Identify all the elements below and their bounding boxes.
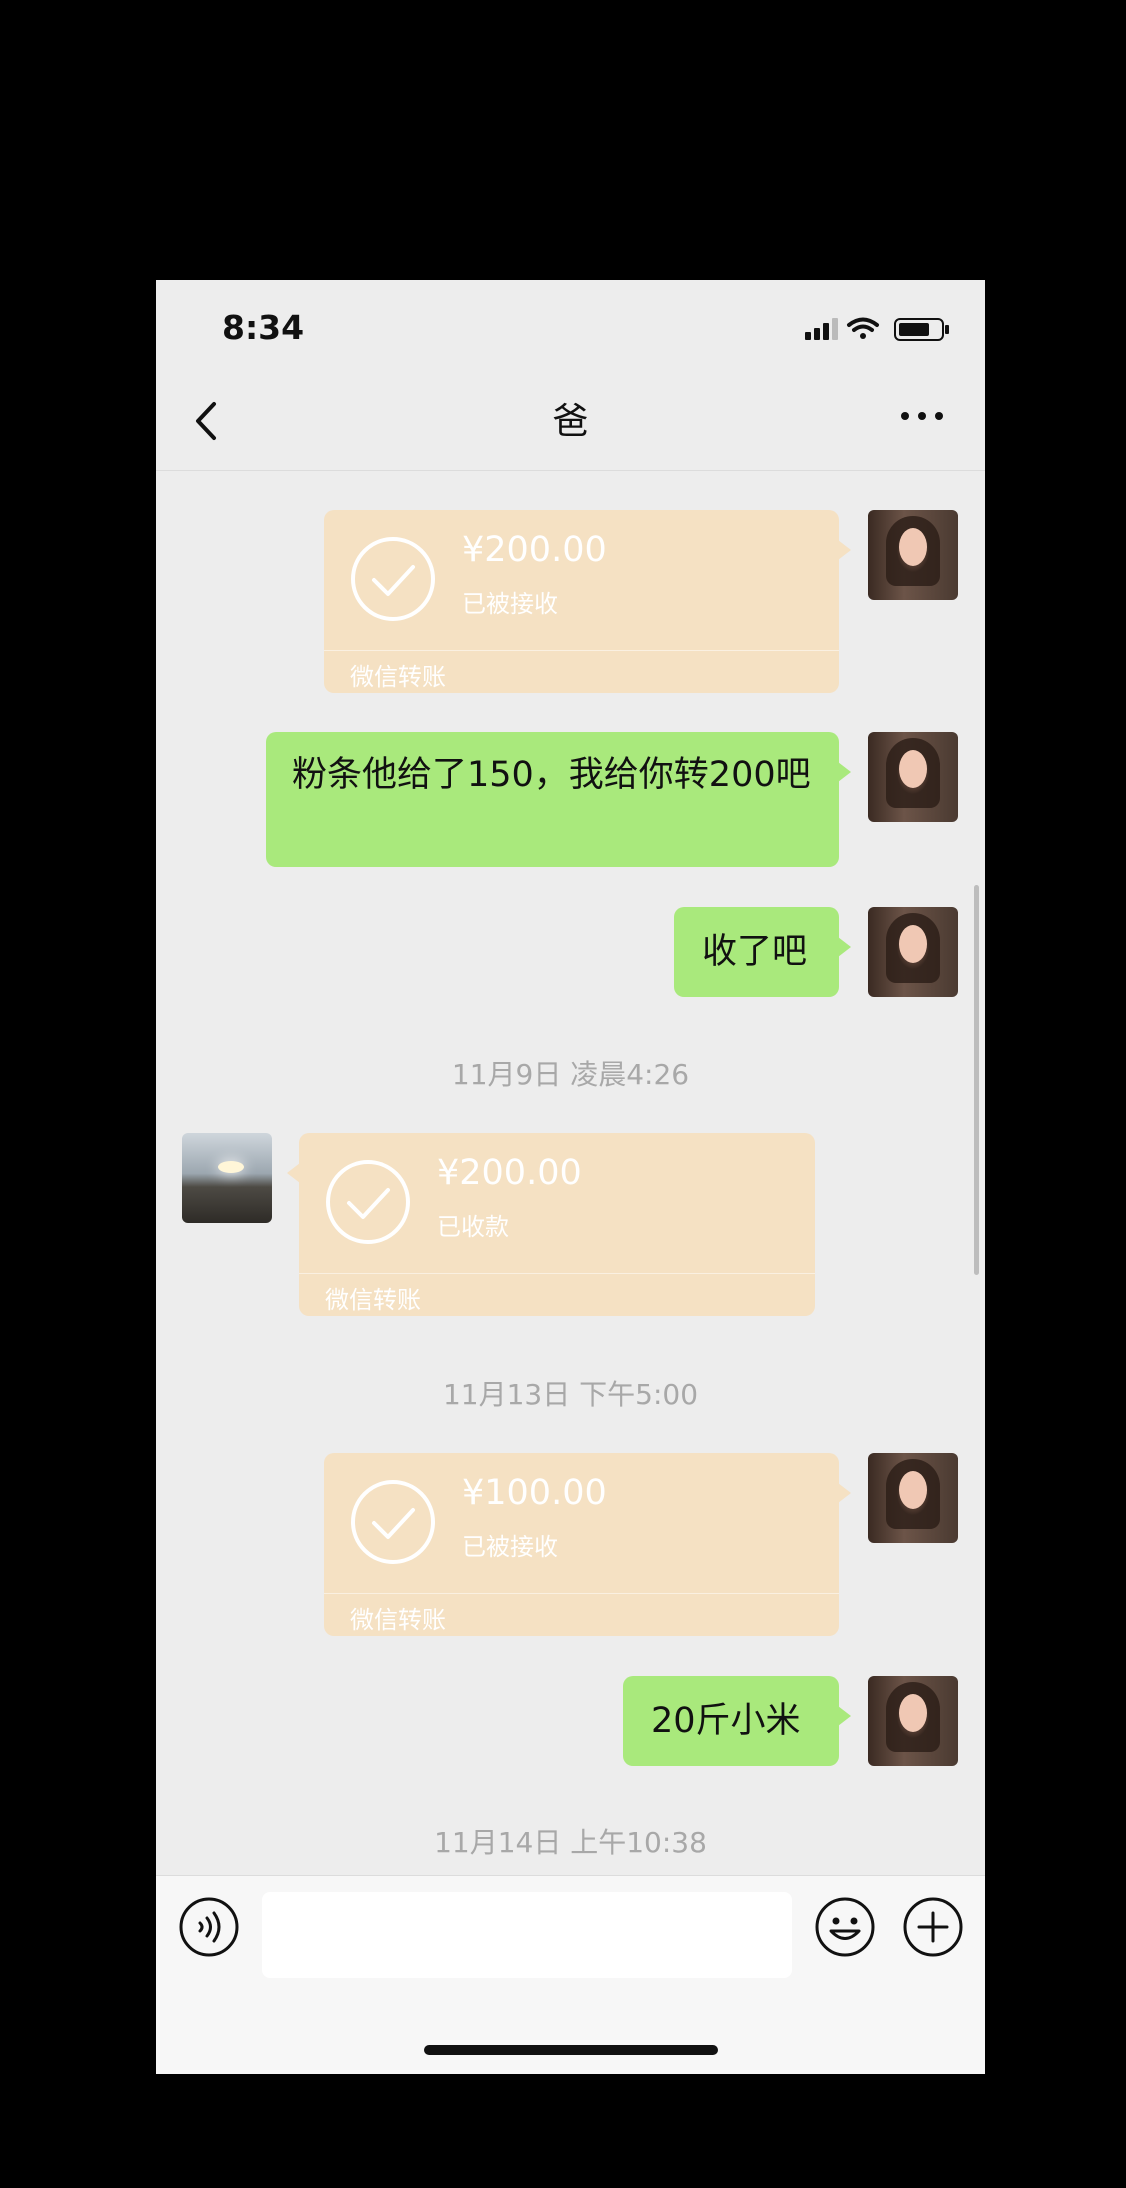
- transfer-label: 微信转账: [350, 663, 446, 691]
- more-icon[interactable]: [899, 406, 945, 426]
- text-message[interactable]: 收了吧: [674, 907, 851, 997]
- status-time: 8:34: [222, 308, 305, 347]
- transfer-status: 已收款: [437, 1213, 509, 1241]
- text-message[interactable]: 20斤小米: [623, 1676, 851, 1766]
- status-icons: [805, 317, 949, 341]
- divider: [299, 1273, 815, 1274]
- emoji-icon[interactable]: [814, 1896, 876, 1958]
- voice-icon[interactable]: [178, 1896, 240, 1958]
- chat-header: 爸: [156, 370, 985, 471]
- transfer-label: 微信转账: [325, 1286, 421, 1314]
- check-icon: [351, 1480, 435, 1564]
- transfer-amount: ¥100.00: [462, 1473, 607, 1513]
- divider: [324, 650, 839, 651]
- transfer-amount: ¥200.00: [437, 1153, 582, 1193]
- transfer-message[interactable]: ¥100.00 已被接收 微信转账: [324, 1453, 851, 1636]
- avatar-self[interactable]: [868, 510, 958, 600]
- avatar-dad[interactable]: [182, 1133, 272, 1223]
- battery-icon: [894, 318, 949, 341]
- transfer-status: 已被接收: [462, 590, 558, 618]
- transfer-amount: ¥200.00: [462, 530, 607, 570]
- transfer-label: 微信转账: [350, 1606, 446, 1634]
- timestamp: 11月14日 上午10:38: [434, 1826, 707, 1859]
- signal-icon: [805, 318, 838, 340]
- check-icon: [326, 1160, 410, 1244]
- text-message[interactable]: 粉条他给了150，我给你转200吧: [266, 732, 851, 867]
- transfer-message[interactable]: ¥200.00 已被接收 微信转账: [324, 510, 851, 693]
- chat-screen: 8:34 爸 ¥200.00 已被接收 微信转账 粉条他给了150，我给你转20…: [156, 280, 985, 2074]
- avatar-self[interactable]: [868, 1453, 958, 1543]
- message-input[interactable]: [262, 1892, 792, 1978]
- transfer-message[interactable]: ¥200.00 已收款 微信转账: [287, 1133, 815, 1316]
- message-text: 20斤小米: [651, 1701, 801, 1741]
- message-text: 收了吧: [702, 932, 808, 972]
- wifi-icon: [847, 317, 879, 339]
- message-text: 粉条他给了150，我给你转200吧: [292, 755, 811, 795]
- timestamp: 11月13日 下午5:00: [442, 1378, 699, 1411]
- avatar-self[interactable]: [868, 732, 958, 822]
- check-icon: [351, 537, 435, 621]
- transfer-status: 已被接收: [462, 1533, 558, 1561]
- home-indicator[interactable]: [424, 2045, 718, 2055]
- timestamp: 11月9日 凌晨4:26: [451, 1058, 690, 1091]
- divider: [324, 1593, 839, 1594]
- plus-icon[interactable]: [902, 1896, 964, 1958]
- avatar-self[interactable]: [868, 907, 958, 997]
- status-bar: 8:34: [156, 280, 985, 370]
- avatar-self[interactable]: [868, 1676, 958, 1766]
- chat-title: 爸: [552, 401, 589, 442]
